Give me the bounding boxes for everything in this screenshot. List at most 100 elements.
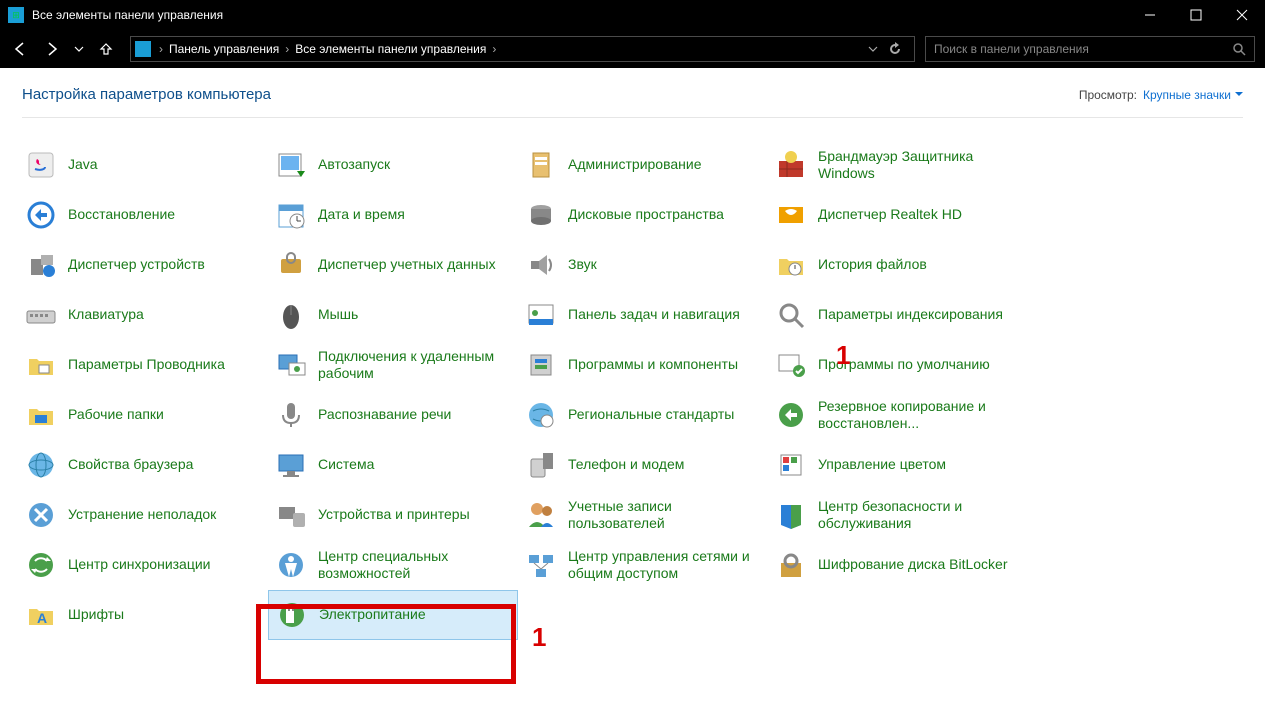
cp-item[interactable]: Дисковые пространства [518,190,768,240]
item-icon [24,248,58,282]
item-label: Шрифты [68,606,124,624]
cp-item[interactable]: Подключения к удаленным рабочим [268,340,518,390]
back-button[interactable] [6,35,34,63]
cp-item[interactable]: Брандмауэр Защитника Windows [768,140,1018,190]
item-icon [774,348,808,382]
cp-item[interactable]: Учетные записи пользователей [518,490,768,540]
item-icon [524,548,558,582]
nav-row: › Панель управления › Все элементы панел… [0,30,1265,68]
item-label: Шифрование диска BitLocker [818,556,1008,574]
cp-item[interactable]: Устройства и принтеры [268,490,518,540]
cp-item[interactable]: Региональные стандарты [518,390,768,440]
cp-item[interactable]: Параметры Проводника [18,340,268,390]
cp-item[interactable]: Диспетчер устройств [18,240,268,290]
item-icon [274,148,308,182]
cp-item[interactable]: Устранение неполадок [18,490,268,540]
chevron-down-icon[interactable] [868,44,878,54]
cp-item[interactable]: Восстановление [18,190,268,240]
breadcrumb-root[interactable]: Панель управления [165,42,283,56]
item-icon [524,498,558,532]
item-icon [24,298,58,332]
item-icon [275,598,309,632]
search-icon [1232,42,1246,56]
cp-item[interactable]: Клавиатура [18,290,268,340]
cp-item[interactable]: Панель задач и навигация [518,290,768,340]
item-label: Диспетчер учетных данных [318,256,496,274]
cp-item[interactable]: Звук [518,240,768,290]
item-label: Клавиатура [68,306,144,324]
cp-item[interactable]: История файлов [768,240,1018,290]
item-icon [24,548,58,582]
cp-item[interactable]: Центр специальных возможностей [268,540,518,590]
forward-button[interactable] [38,35,66,63]
item-label: Диспетчер Realtek HD [818,206,962,224]
item-icon [774,448,808,482]
cp-item[interactable]: Программы и компоненты [518,340,768,390]
item-label: Брандмауэр Защитника Windows [818,148,1012,183]
item-icon [274,398,308,432]
cp-item[interactable]: Диспетчер учетных данных [268,240,518,290]
item-icon [24,398,58,432]
up-button[interactable] [92,35,120,63]
close-button[interactable] [1219,0,1265,30]
search-input[interactable]: Поиск в панели управления [925,36,1255,62]
item-label: Система [318,456,374,474]
item-icon [774,398,808,432]
maximize-button[interactable] [1173,0,1219,30]
item-label: Звук [568,256,597,274]
cp-item[interactable]: Администрирование [518,140,768,190]
cp-item[interactable]: Свойства браузера [18,440,268,490]
item-label: Резервное копирование и восстановлен... [818,398,1012,433]
item-label: Java [68,156,98,174]
item-label: Устранение неполадок [68,506,216,524]
cp-item[interactable]: Параметры индексирования [768,290,1018,340]
chevron-right-icon: › [490,42,498,56]
view-selector[interactable]: Крупные значки [1143,88,1243,102]
cp-item[interactable]: Центр безопасности и обслуживания [768,490,1018,540]
item-label: Рабочие папки [68,406,164,424]
cp-item[interactable]: Java [18,140,268,190]
item-icon [274,348,308,382]
item-icon [274,298,308,332]
cp-item[interactable]: Распознавание речи [268,390,518,440]
cp-item[interactable]: Мышь [268,290,518,340]
cp-item[interactable]: Резервное копирование и восстановлен... [768,390,1018,440]
item-icon [774,298,808,332]
address-bar[interactable]: › Панель управления › Все элементы панел… [130,36,915,62]
item-label: Параметры индексирования [818,306,1003,324]
cp-item[interactable]: Автозапуск [268,140,518,190]
breadcrumb-current[interactable]: Все элементы панели управления [291,42,490,56]
item-label: Программы и компоненты [568,356,738,374]
item-icon [24,148,58,182]
cp-item[interactable]: Электропитание [268,590,518,640]
item-label: Центр управления сетями и общим доступом [568,548,762,583]
cp-item[interactable]: Центр управления сетями и общим доступом [518,540,768,590]
cp-item[interactable]: Дата и время [268,190,518,240]
item-label: Учетные записи пользователей [568,498,762,533]
control-panel-icon [135,41,151,57]
item-icon [274,248,308,282]
item-icon [524,298,558,332]
cp-item[interactable]: Программы по умолчанию [768,340,1018,390]
titlebar: ⊞ Все элементы панели управления [0,0,1265,30]
cp-item[interactable]: Рабочие папки [18,390,268,440]
item-icon [774,148,808,182]
search-placeholder: Поиск в панели управления [934,42,1232,56]
cp-item[interactable]: Телефон и модем [518,440,768,490]
item-label: Программы по умолчанию [818,356,990,374]
refresh-icon[interactable] [888,42,902,56]
item-label: Управление цветом [818,456,946,474]
cp-item[interactable]: Шрифты [18,590,268,640]
cp-item[interactable]: Центр синхронизации [18,540,268,590]
cp-item[interactable]: Управление цветом [768,440,1018,490]
recent-dropdown[interactable] [70,35,88,63]
cp-item[interactable]: Система [268,440,518,490]
item-label: Дисковые пространства [568,206,724,224]
minimize-button[interactable] [1127,0,1173,30]
item-label: Параметры Проводника [68,356,225,374]
item-icon [774,498,808,532]
cp-item[interactable]: Шифрование диска BitLocker [768,540,1018,590]
item-icon [524,398,558,432]
item-icon [24,498,58,532]
cp-item[interactable]: Диспетчер Realtek HD [768,190,1018,240]
